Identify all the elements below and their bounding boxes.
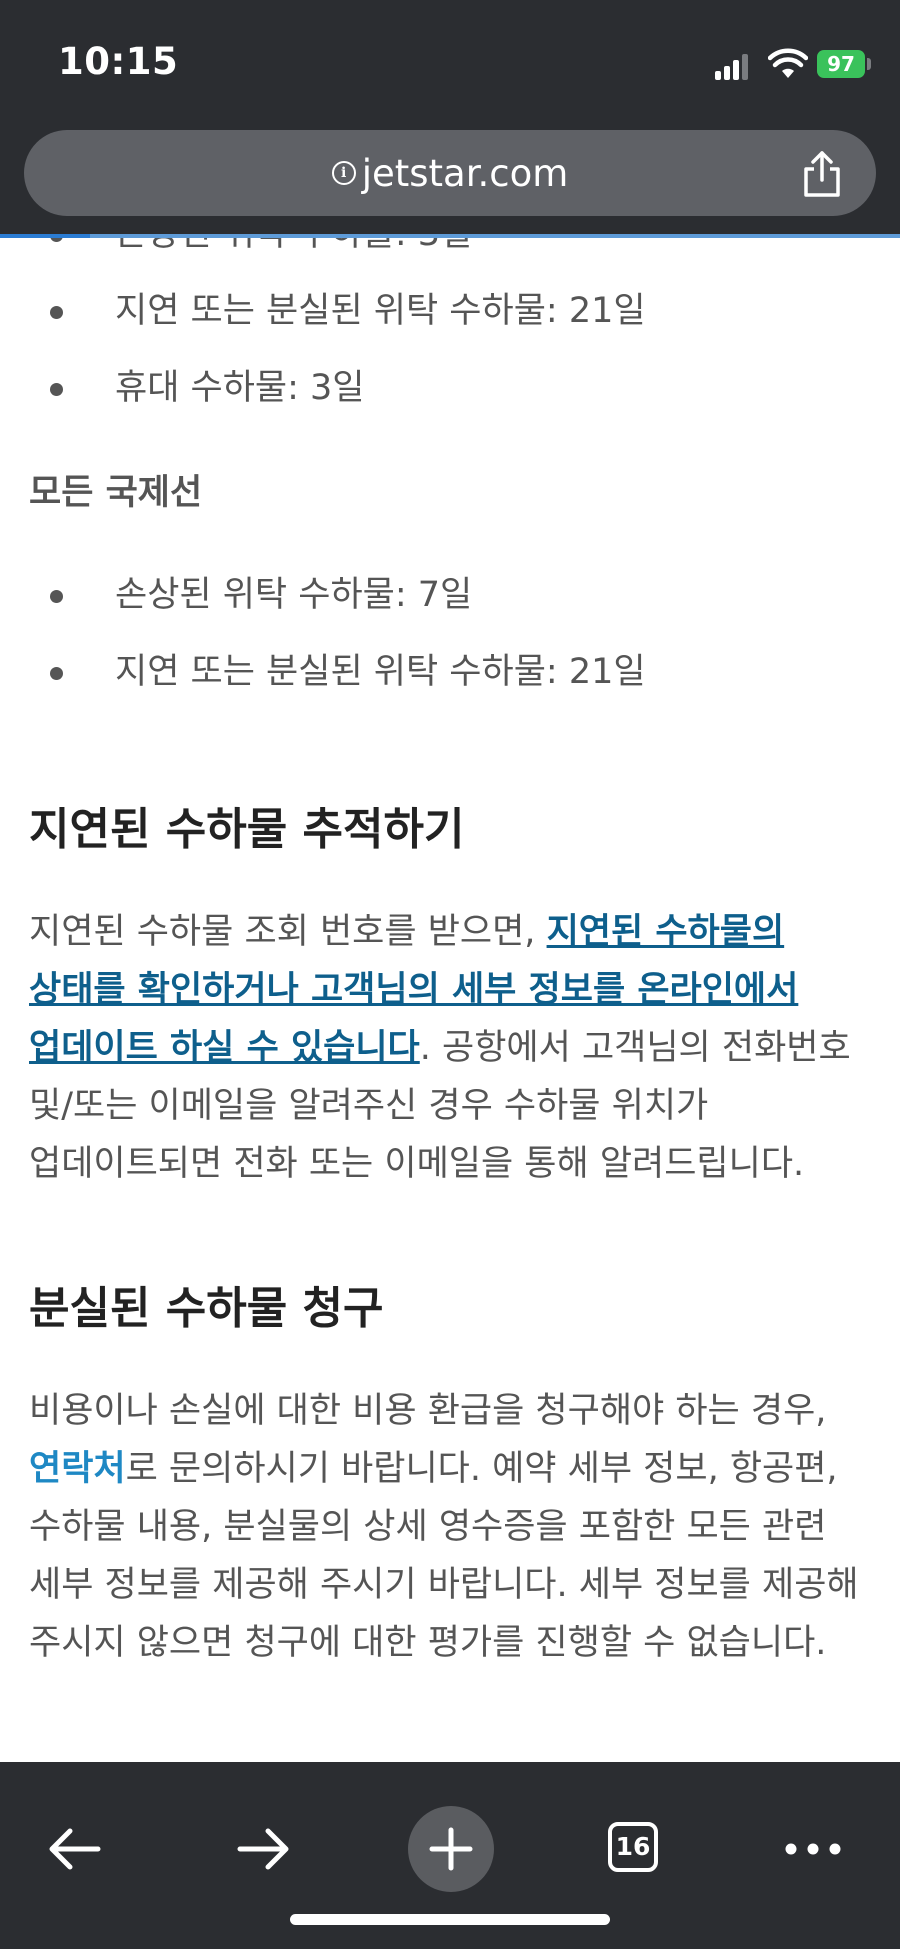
- list-item: 지연 또는 분실된 위탁 수하물: 21일: [0, 634, 900, 711]
- tabs-icon: 16: [608, 1822, 658, 1872]
- tabs-button[interactable]: 16: [592, 1806, 678, 1892]
- forward-arrow-icon[interactable]: [220, 1806, 306, 1892]
- info-icon[interactable]: i: [331, 161, 356, 185]
- lost-baggage-claim-heading: 분실된 수하물 청구: [29, 1283, 384, 1334]
- back-arrow-icon[interactable]: [32, 1806, 118, 1892]
- new-tab-button[interactable]: [408, 1806, 494, 1892]
- wifi-icon: [768, 48, 808, 78]
- cellular-signal-icon: [715, 54, 751, 80]
- page-content[interactable]: 손상된 위탁 수하물: 3일 지연 또는 분실된 위탁 수하물: 21일 휴대 …: [0, 236, 900, 1762]
- lost-baggage-claim-text: 비용이나 손실에 대한 비용 환급을 청구해야 하는 경우, 연락처로 문의하시…: [0, 1382, 900, 1672]
- claim-text-after: 로 문의하시기 바랍니다. 예약 세부 정보, 항공편, 수하물 내용, 분실물…: [29, 1449, 859, 1663]
- track-delayed-baggage-text: 지연된 수하물 조회 번호를 받으면, 지연된 수하물의 상태를 확인하거나 고…: [0, 903, 900, 1193]
- tab-count: 16: [615, 1832, 651, 1861]
- address-bar[interactable]: i jetstar.com: [24, 130, 876, 216]
- contact-link[interactable]: 연락처: [29, 1449, 126, 1489]
- share-icon[interactable]: [800, 150, 844, 198]
- list-item: 손상된 위탁 수하물: 3일: [0, 236, 900, 273]
- list-item: 휴대 수하물: 3일: [0, 350, 900, 427]
- track-text-before: 지연된 수하물 조회 번호를 받으면,: [29, 912, 547, 952]
- status-time: 10:15: [58, 40, 179, 83]
- international-heading: 모든 국제선: [29, 473, 203, 513]
- page-load-progress-fill: [0, 234, 90, 238]
- url-text[interactable]: jetstar.com: [362, 152, 569, 195]
- list-item: 손상된 위탁 수하물: 7일: [0, 557, 900, 634]
- browser-top-bar: 10:15 97 i jetstar.com: [0, 0, 900, 238]
- plus-icon: [429, 1827, 473, 1871]
- domestic-limits-list: 손상된 위탁 수하물: 3일 지연 또는 분실된 위탁 수하물: 21일 휴대 …: [0, 236, 900, 427]
- international-limits-list: 손상된 위탁 수하물: 7일 지연 또는 분실된 위탁 수하물: 21일: [0, 557, 900, 711]
- more-icon[interactable]: [770, 1806, 856, 1892]
- battery-icon: 97: [817, 50, 865, 78]
- battery-level: 97: [827, 52, 855, 76]
- claim-text-before: 비용이나 손실에 대한 비용 환급을 청구해야 하는 경우,: [29, 1391, 827, 1431]
- list-item: 지연 또는 분실된 위탁 수하물: 21일: [0, 273, 900, 350]
- home-indicator: [290, 1914, 610, 1925]
- battery-tip: [867, 58, 871, 70]
- page-load-progress: [0, 234, 900, 238]
- track-delayed-baggage-heading: 지연된 수하물 추적하기: [29, 804, 465, 855]
